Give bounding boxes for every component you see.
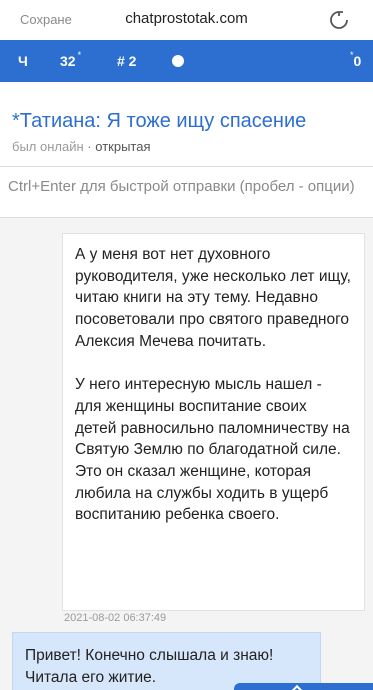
message-paragraph: А у меня вот нет духовного руководителя,…	[75, 246, 351, 350]
chat-title[interactable]: *Татиана: Я тоже ищу спасение	[12, 110, 362, 133]
nav-unread-mark: *	[77, 50, 82, 60]
message-bubble-mine[interactable]: А у меня вот нет духовного руководителя,…	[62, 233, 365, 611]
nav-item-chats[interactable]: Ч	[18, 53, 28, 69]
top-nav: Ч 32 * # 2 * 0	[0, 40, 373, 82]
message-input-placeholder: Ctrl+Enter для быстрой отправки (пробел …	[8, 178, 355, 195]
browser-url[interactable]: chatprostotak.com	[0, 10, 373, 27]
nav-item-channel[interactable]: # 2	[117, 53, 136, 69]
message-bubble-theirs[interactable]: Привет! Конечно слышала и знаю! Читала е…	[12, 632, 321, 690]
chevron-up-icon	[289, 684, 305, 690]
chat-openness: открытая	[95, 139, 151, 154]
nav-channel-label: # 2	[117, 53, 137, 69]
nav-unread-count: 32	[60, 53, 76, 69]
dot-icon[interactable]	[172, 55, 184, 67]
reload-icon[interactable]	[327, 8, 351, 32]
nav-notifications-count: 0	[353, 53, 362, 69]
message-input[interactable]: Ctrl+Enter для быстрой отправки (пробел …	[0, 166, 373, 218]
browser-bar: Сохране chatprostotak.com	[0, 0, 373, 40]
nav-item-notifications[interactable]: * 0	[348, 50, 362, 69]
chat-header: *Татиана: Я тоже ищу спасение был онлайн…	[0, 82, 373, 166]
nav-item-unread[interactable]: 32 *	[60, 50, 82, 69]
message-text: Привет! Конечно слышала и знаю! Читала е…	[25, 647, 274, 686]
status-text: был онлайн	[12, 139, 84, 154]
message-list[interactable]: А у меня вот нет духовного руководителя,…	[0, 218, 373, 690]
status-separator: ·	[87, 139, 92, 154]
message-timestamp: 2021-08-02 06:37:49	[64, 612, 167, 624]
chat-status: был онлайн · открытая	[12, 139, 151, 154]
message-paragraph: У него интересную мысль нашел - для женщ…	[75, 376, 350, 524]
scroll-button[interactable]	[234, 683, 373, 690]
nav-item-chats-label: Ч	[18, 53, 28, 69]
